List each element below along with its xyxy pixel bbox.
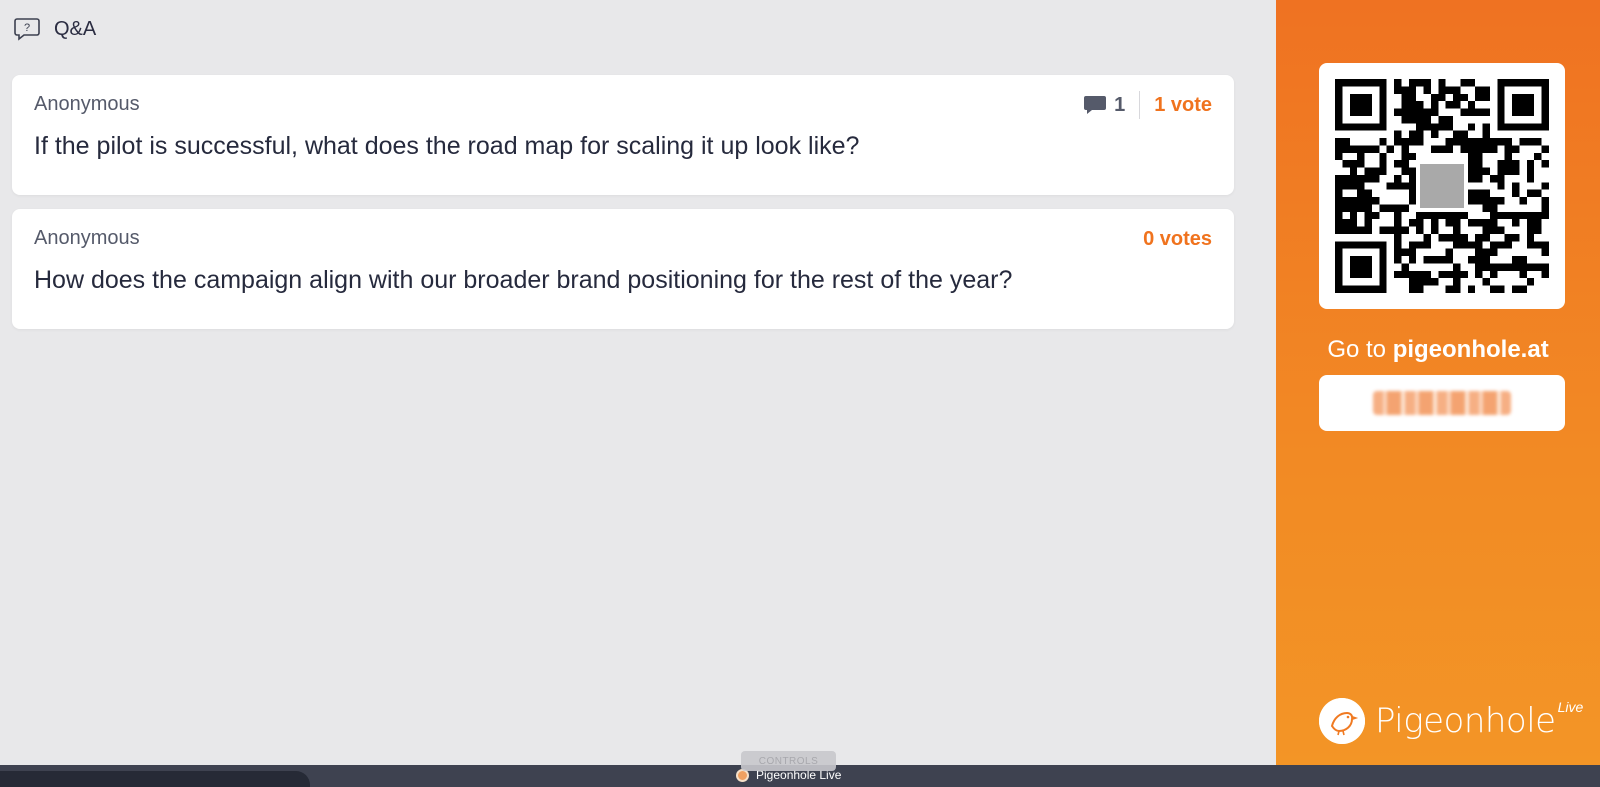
question-card[interactable]: Anonymous 1 1 vote If the pilot is succe… (12, 75, 1234, 195)
question-bubble-icon: ? (14, 17, 40, 41)
qa-header: ? Q&A (14, 14, 96, 44)
question-card[interactable]: Anonymous 0 votes How does the campaign … (12, 209, 1234, 329)
question-author: Anonymous (34, 227, 140, 249)
qr-code-icon (1335, 79, 1549, 293)
question-author: Anonymous (34, 93, 140, 115)
pigeon-icon (1319, 698, 1365, 744)
pigeonhole-logo: Pigeonhole Live (1319, 698, 1583, 744)
question-meta: 0 votes (1143, 225, 1212, 253)
controls-button[interactable]: CONTROLS (741, 751, 836, 771)
brand-name: Pigeonhole (1375, 701, 1556, 741)
question-text: How does the campaign align with our bro… (34, 266, 1013, 294)
qr-code-card (1319, 63, 1565, 309)
join-sidebar: Go to pigeonhole.at Pigeonhole Live (1276, 0, 1600, 765)
bottom-tab (0, 771, 310, 787)
comment-icon[interactable] (1083, 94, 1107, 116)
event-code-redacted (1373, 391, 1511, 415)
question-meta: 1 1 vote (1083, 91, 1212, 119)
goto-instruction: Go to pigeonhole.at (1276, 336, 1600, 364)
vote-count[interactable]: 0 votes (1143, 228, 1212, 251)
brand-suffix: Live (1557, 699, 1584, 715)
vote-count[interactable]: 1 vote (1154, 94, 1212, 117)
event-code-box (1319, 375, 1565, 431)
comment-count[interactable]: 1 (1114, 94, 1125, 117)
goto-site-link[interactable]: pigeonhole.at (1393, 336, 1549, 363)
qa-main-panel: ? Q&A Anonymous 1 1 vote If the pilot is… (0, 0, 1276, 765)
svg-text:?: ? (24, 22, 30, 34)
meta-divider (1139, 91, 1141, 119)
page-title: Q&A (54, 17, 97, 40)
goto-prefix: Go to (1327, 336, 1387, 363)
question-text: If the pilot is successful, what does th… (34, 132, 860, 160)
